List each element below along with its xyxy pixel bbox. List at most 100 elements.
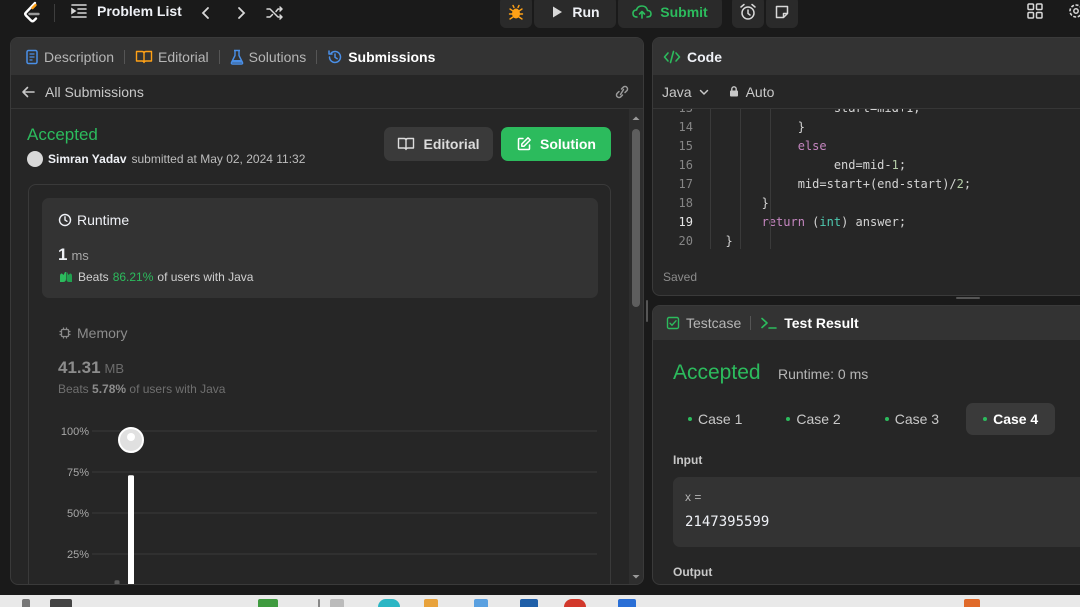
code-text: mid=start+(end-start)/2;	[711, 177, 971, 191]
pass-dot-icon	[688, 417, 692, 421]
editorial-button[interactable]: Editorial	[384, 127, 493, 161]
code-token: }	[761, 195, 769, 210]
history-icon	[328, 49, 342, 63]
scroll-up-icon[interactable]	[629, 113, 643, 123]
next-problem-button[interactable]	[229, 1, 253, 25]
tab-test-result[interactable]: Test Result	[760, 315, 859, 331]
code-line[interactable]: 18 }	[653, 193, 1080, 212]
runtime-beats-prefix: Beats	[78, 270, 109, 284]
result-tabbar: Testcase Test Result	[653, 306, 1080, 340]
random-problem-button[interactable]	[263, 1, 287, 25]
taskbar-icon[interactable]	[424, 599, 438, 607]
problem-list-button[interactable]: Problem List	[70, 2, 182, 20]
case-tab-4[interactable]: Case 4	[966, 403, 1056, 435]
code-editor[interactable]: 13 start=mid+1;14 }15 else16 end=mid-1;1…	[653, 109, 1080, 249]
submit-label: Submit	[660, 4, 708, 20]
code-token: }	[725, 233, 733, 248]
result-status: Accepted	[673, 361, 761, 384]
code-line[interactable]: 17 mid=start+(end-start)/2;	[653, 174, 1080, 193]
case-tab-1[interactable]: Case 1	[671, 403, 759, 435]
y-tick-label: 100%	[61, 426, 89, 438]
code-line[interactable]: 13 start=mid+1;	[653, 109, 1080, 117]
result-runtime: Runtime: 0 ms	[778, 366, 869, 382]
code-panel-header: Code	[653, 38, 1080, 75]
run-submit-toolbar: Run Submit	[500, 0, 798, 28]
taskbar-icon[interactable]	[330, 599, 344, 607]
shuffle-icon	[266, 6, 283, 20]
settings-button[interactable]	[1066, 0, 1080, 25]
memory-value-row: 41.31 MB	[58, 358, 124, 378]
line-number: 19	[678, 214, 693, 229]
code-line[interactable]: 20 }	[653, 231, 1080, 249]
taskbar-icon[interactable]	[50, 599, 72, 607]
link-icon[interactable]	[613, 84, 631, 100]
note-icon	[775, 5, 789, 19]
leetcode-logo-icon[interactable]	[20, 0, 46, 26]
submit-button[interactable]: Submit	[618, 0, 722, 28]
taskbar-icon[interactable]	[22, 599, 30, 607]
your-runtime-bar[interactable]	[128, 475, 134, 585]
code-line[interactable]: 15 else	[653, 136, 1080, 155]
output-label: Output	[673, 565, 713, 579]
taskbar-icon[interactable]	[378, 599, 400, 607]
tab-editorial[interactable]: Editorial	[135, 49, 209, 65]
taskbar-icon[interactable]	[258, 599, 278, 607]
indent-guide	[770, 109, 771, 249]
code-token: int	[819, 214, 842, 229]
tab-description[interactable]: Description	[25, 49, 114, 65]
code-token: 1	[891, 157, 899, 172]
tab-testcase[interactable]: Testcase	[666, 315, 741, 331]
taskbar-icon[interactable]	[618, 599, 636, 607]
line-number: 14	[678, 119, 693, 134]
avatar[interactable]	[27, 151, 43, 167]
tab-separator	[218, 49, 220, 64]
left-tabbar: Description Editorial Solutions Submissi…	[11, 38, 643, 75]
case-tab-label: Case 1	[698, 411, 743, 427]
input-box[interactable]: x = 2147395599	[673, 477, 1080, 547]
book-icon	[135, 50, 153, 63]
scroll-down-icon[interactable]	[629, 572, 643, 582]
run-label: Run	[572, 4, 600, 20]
auto-mode-toggle[interactable]: Auto	[728, 84, 774, 100]
layout-button[interactable]	[1026, 0, 1044, 25]
terminal-icon	[761, 317, 778, 329]
case-tab-3[interactable]: Case 3	[868, 403, 956, 435]
runtime-value-row: 1 ms	[58, 245, 89, 265]
code-line[interactable]: 19 return (int) answer;	[653, 212, 1080, 231]
debug-button[interactable]	[500, 0, 532, 28]
language-selector[interactable]: Java	[662, 84, 710, 100]
solution-button[interactable]: Solution	[501, 127, 611, 161]
code-line[interactable]: 14 }	[653, 117, 1080, 136]
taskbar-icon[interactable]	[964, 599, 980, 607]
run-button[interactable]: Run	[534, 0, 616, 28]
tab-solutions-label: Solutions	[248, 48, 307, 65]
all-submissions-link[interactable]: All Submissions	[45, 84, 144, 100]
scrollbar-thumb[interactable]	[632, 129, 640, 307]
vertical-resize-handle[interactable]	[956, 297, 980, 299]
tab-separator	[316, 49, 318, 64]
taskbar-icon[interactable]	[474, 599, 488, 607]
hands-icon	[60, 272, 72, 282]
back-button[interactable]	[21, 85, 35, 99]
prev-problem-button[interactable]	[194, 1, 218, 25]
clock-icon	[58, 213, 72, 227]
runtime-card[interactable]: Runtime 1 ms Beats 86.21% of users with J…	[42, 198, 598, 298]
memory-title[interactable]: Memory	[58, 325, 128, 341]
scrollbar[interactable]	[629, 109, 643, 584]
submission-status: Accepted	[27, 125, 98, 144]
input-variable: x =	[685, 490, 702, 504]
tab-submissions[interactable]: Submissions	[327, 49, 435, 65]
notes-button[interactable]	[766, 0, 798, 28]
tab-solutions[interactable]: Solutions	[230, 48, 307, 65]
tab-submissions-label: Submissions	[348, 48, 436, 65]
taskbar-icon[interactable]	[520, 599, 538, 607]
horizontal-resize-handle[interactable]	[646, 300, 648, 322]
runtime-bar[interactable]	[114, 580, 120, 585]
taskbar-icon[interactable]	[564, 599, 586, 607]
case-tab-2[interactable]: Case 2	[769, 403, 857, 435]
memory-title-label: Memory	[77, 325, 128, 341]
code-line[interactable]: 16 end=mid-1;	[653, 155, 1080, 174]
timer-button[interactable]	[732, 0, 764, 28]
username[interactable]: Simran Yadav	[48, 152, 127, 166]
arrow-left-icon	[22, 86, 35, 97]
